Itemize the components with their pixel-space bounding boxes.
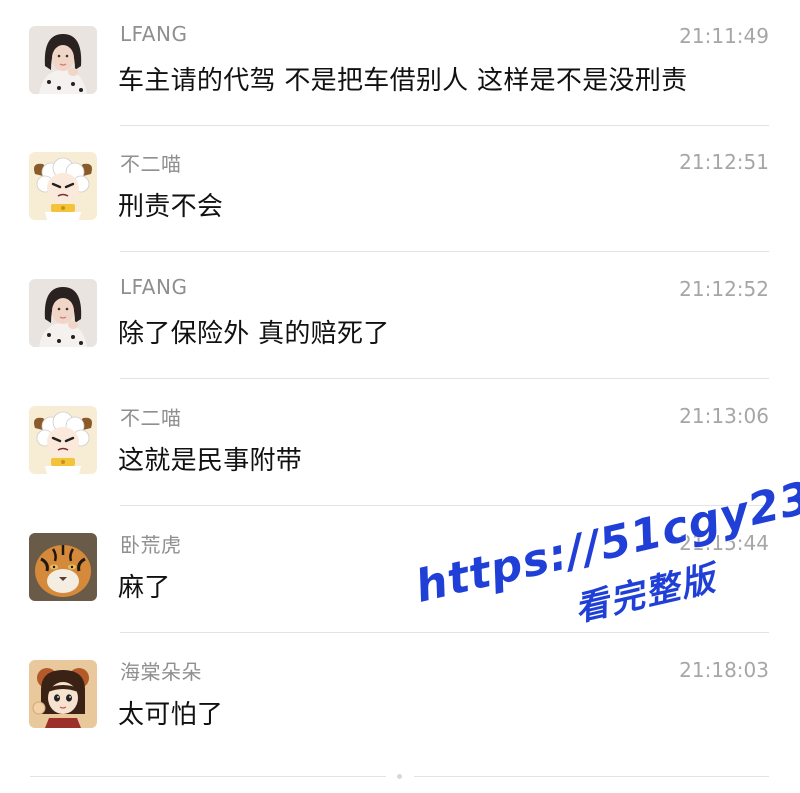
sender-name[interactable]: 卧荒虎 xyxy=(120,529,182,558)
girl-avatar-icon[interactable] xyxy=(29,279,97,347)
sender-name[interactable]: 不二喵 xyxy=(120,402,182,431)
message-time: 21:15:44 xyxy=(679,531,769,555)
message-time: 21:12:51 xyxy=(679,150,769,174)
divider xyxy=(120,378,769,379)
message-text: 车主请的代驾 不是把车借别人 这样是不是没刑责 xyxy=(118,66,688,96)
divider xyxy=(120,251,769,252)
message-text: 这就是民事附带 xyxy=(118,446,303,476)
sender-name[interactable]: 不二喵 xyxy=(120,148,182,177)
list-item[interactable]: LFANG 21:12:52 除了保险外 真的赔死了 xyxy=(0,253,800,379)
message-time: 21:12:52 xyxy=(679,277,769,301)
list-item[interactable]: LFANG 21:11:49 车主请的代驾 不是把车借别人 这样是不是没刑责 xyxy=(0,0,800,126)
message-time: 21:11:49 xyxy=(679,24,769,48)
sender-name[interactable]: 海棠朵朵 xyxy=(120,656,202,685)
girl-avatar-icon[interactable] xyxy=(29,26,97,94)
list-item[interactable]: 不二喵 21:12:51 刑责不会 xyxy=(0,126,800,252)
message-text: 刑责不会 xyxy=(118,192,224,222)
sender-name[interactable]: LFANG xyxy=(120,22,187,46)
message-text: 太可怕了 xyxy=(118,700,224,730)
message-text: 麻了 xyxy=(118,573,171,603)
message-time: 21:18:03 xyxy=(679,658,769,682)
message-text: 除了保险外 真的赔死了 xyxy=(118,319,390,349)
divider xyxy=(120,505,769,506)
divider xyxy=(120,632,769,633)
tiger-avatar-icon[interactable] xyxy=(29,533,97,601)
list-item[interactable]: 海棠朵朵 21:18:03 太可怕了 xyxy=(0,634,800,760)
list-item[interactable]: 卧荒虎 21:15:44 麻了 xyxy=(0,507,800,633)
sheep-avatar-icon[interactable] xyxy=(29,152,97,220)
doll-avatar-icon[interactable] xyxy=(29,660,97,728)
bottom-divider-right xyxy=(414,776,769,777)
bottom-dot xyxy=(397,774,402,779)
message-time: 21:13:06 xyxy=(679,404,769,428)
bottom-divider-left xyxy=(30,776,386,777)
sheep-avatar-icon[interactable] xyxy=(29,406,97,474)
list-item[interactable]: 不二喵 21:13:06 这就是民事附带 xyxy=(0,380,800,506)
sender-name[interactable]: LFANG xyxy=(120,275,187,299)
